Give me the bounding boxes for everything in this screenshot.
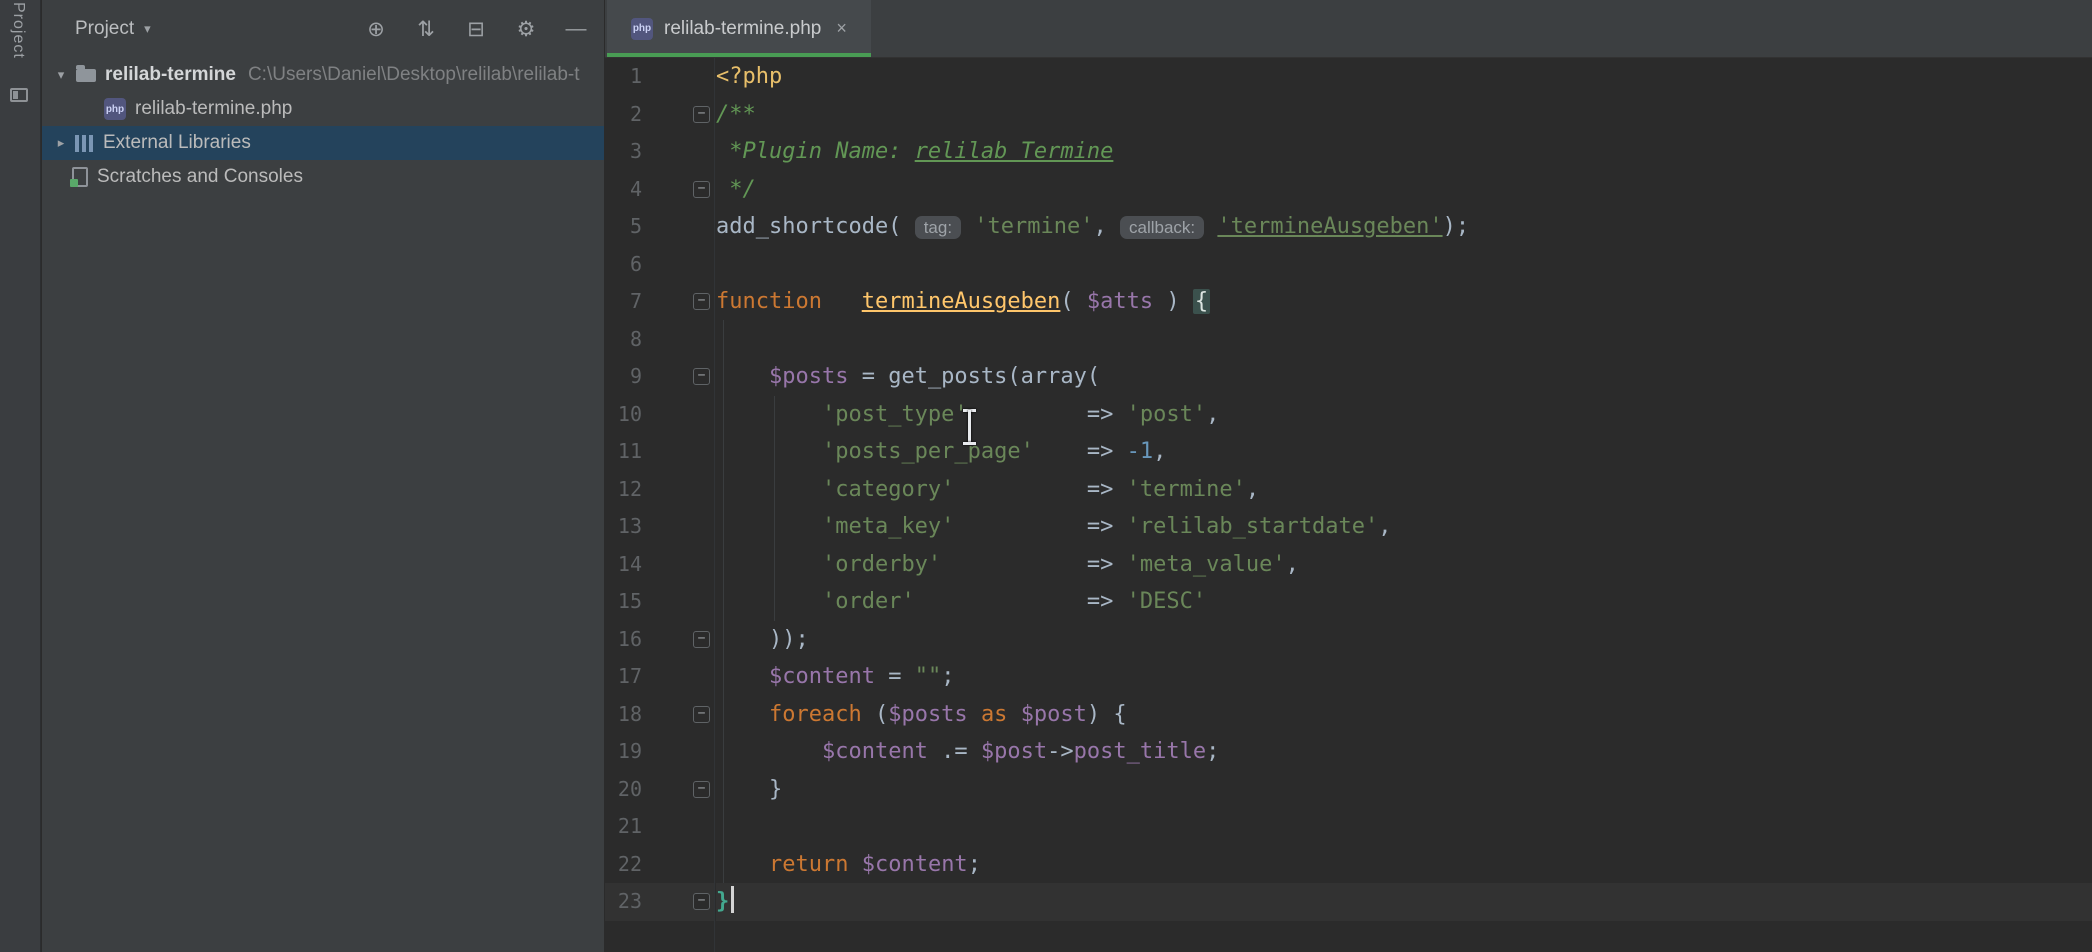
code-line[interactable]: 'posts_per_page' => -1, (716, 433, 2092, 471)
project-panel: Project ▾ ⊕ ⇅ ⊟ ⚙ — ▾ relilab-termine C:\Use… (42, 0, 604, 952)
fold-end-marker[interactable]: − (693, 781, 710, 798)
php-file-icon: php (104, 98, 126, 120)
code-line[interactable]: } (716, 883, 2092, 921)
code-line[interactable] (716, 246, 2092, 284)
settings-gear-icon[interactable]: ⚙ (514, 17, 538, 42)
collapse-chevron-icon[interactable]: ▸ (50, 135, 72, 151)
tool-window-icon[interactable] (10, 88, 28, 102)
code-line[interactable]: foreach ($posts as $post) { (716, 696, 2092, 734)
tree-item-project-root[interactable]: ▾ relilab-termine C:\Users\Daniel\Deskto… (42, 58, 604, 92)
tree-item-php-file[interactable]: php relilab-termine.php (42, 92, 604, 126)
code-line[interactable]: )); (716, 621, 2092, 659)
project-stripe-button[interactable]: Project (9, 2, 27, 59)
project-panel-title[interactable]: Project (75, 18, 134, 40)
code-line[interactable]: 'order' => 'DESC' (716, 583, 2092, 621)
code-line[interactable]: $content .= $post->post_title; (716, 733, 2092, 771)
code-line[interactable] (716, 808, 2092, 846)
editor-area: php relilab-termine.php × 12345678910111… (605, 0, 2092, 952)
fold-start-marker[interactable]: − (693, 106, 710, 123)
code-editor[interactable]: 1234567891011121314151617181920212223 −−… (605, 58, 2092, 952)
code-line[interactable]: return $content; (716, 846, 2092, 884)
php-file-icon: php (631, 18, 653, 40)
indent-guide (723, 320, 724, 883)
text-caret (731, 886, 734, 913)
fold-end-marker[interactable]: − (693, 181, 710, 198)
code-line[interactable]: 'orderby' => 'meta_value', (716, 546, 2092, 584)
project-panel-header: Project ▾ ⊕ ⇅ ⊟ ⚙ — (42, 0, 604, 58)
code-line[interactable]: add_shortcode( tag: 'termine', callback:… (716, 208, 2092, 246)
scratches-icon (72, 167, 88, 187)
fold-end-marker[interactable]: − (693, 631, 710, 648)
code-line[interactable]: 'post_type' => 'post', (716, 396, 2092, 434)
fold-start-marker[interactable]: − (693, 706, 710, 723)
tree-item-scratches[interactable]: Scratches and Consoles (42, 160, 604, 194)
tool-window-stripe: Project (0, 0, 41, 952)
editor-tab-bar: php relilab-termine.php × (605, 0, 2092, 58)
libraries-icon (75, 135, 94, 152)
expand-chevron-icon[interactable]: ▾ (50, 67, 72, 83)
code-line[interactable]: <?php (716, 58, 2092, 96)
code-lines[interactable]: <?php/** *Plugin Name: relilab Termine *… (716, 58, 2092, 952)
code-line[interactable]: function termineAusgeben( $atts ) { (716, 283, 2092, 321)
code-line[interactable]: } (716, 771, 2092, 809)
fold-end-marker[interactable]: − (693, 893, 710, 910)
code-line[interactable]: *Plugin Name: relilab Termine (716, 133, 2092, 171)
project-root-path: C:\Users\Daniel\Desktop\relilab\relilab-… (248, 64, 580, 86)
collapse-all-icon[interactable]: ⊟ (464, 17, 488, 42)
code-line[interactable]: $content = ""; (716, 658, 2092, 696)
tree-item-external-libraries[interactable]: ▸ External Libraries (42, 126, 604, 160)
chevron-down-icon[interactable]: ▾ (144, 21, 151, 37)
close-tab-icon[interactable]: × (836, 18, 847, 39)
indent-guide (774, 396, 775, 621)
code-line[interactable]: /** (716, 96, 2092, 134)
fold-start-marker[interactable]: − (693, 368, 710, 385)
tree-item-label: relilab-termine.php (135, 98, 292, 120)
hide-panel-icon[interactable]: — (564, 17, 588, 42)
tree-item-label: relilab-termine (105, 64, 236, 86)
tree-item-label: Scratches and Consoles (97, 166, 303, 188)
code-line[interactable]: $posts = get_posts(array( (716, 358, 2092, 396)
project-toolbar-icons: ⊕ ⇅ ⊟ ⚙ — (364, 17, 588, 42)
mouse-ibeam-cursor (962, 408, 978, 446)
tab-relilab-termine-php[interactable]: php relilab-termine.php × (607, 0, 871, 57)
code-line[interactable]: 'category' => 'termine', (716, 471, 2092, 509)
tab-label: relilab-termine.php (664, 18, 821, 40)
code-line[interactable]: */ (716, 171, 2092, 209)
fold-start-marker[interactable]: − (693, 293, 710, 310)
code-line[interactable]: 'meta_key' => 'relilab_startdate', (716, 508, 2092, 546)
tree-item-label: External Libraries (103, 132, 251, 154)
expand-all-icon[interactable]: ⇅ (414, 17, 438, 42)
locate-file-icon[interactable]: ⊕ (364, 17, 388, 42)
fold-markers: − − − − − − − − (605, 58, 715, 952)
folder-icon (76, 69, 96, 82)
code-line[interactable] (716, 321, 2092, 359)
